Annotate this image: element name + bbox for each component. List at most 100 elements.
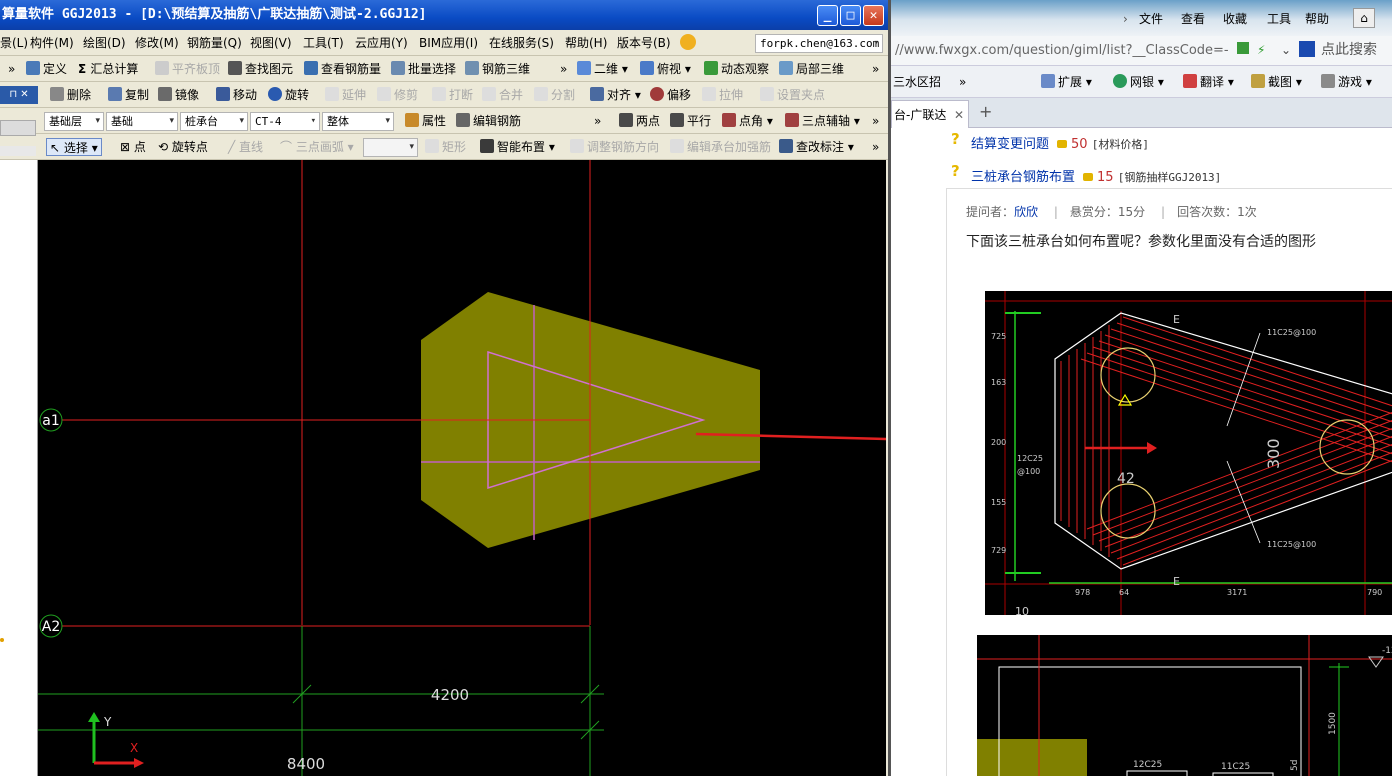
extensions-button[interactable]: 扩展 ▾ (1041, 73, 1092, 91)
element-dropdown[interactable]: CT-4 (250, 112, 320, 131)
mirror-button[interactable]: 镜像 (158, 86, 199, 104)
account-dropdown[interactable]: forpk.chen@163.com (755, 34, 883, 53)
url-field[interactable]: //www.fwxgx.com/question/giml/list?__Cla… (895, 42, 1229, 60)
top-view-dropdown[interactable]: 俯视 ▾ (640, 60, 691, 78)
align-dropdown[interactable]: 对齐 ▾ (590, 86, 641, 104)
more-chevron-icon[interactable]: » (872, 112, 879, 130)
point-angle-dropdown[interactable]: 点角 ▾ (722, 112, 773, 130)
rectangle-button[interactable]: 矩形 (425, 138, 466, 156)
menu-item[interactable]: 在线服务(S) (489, 34, 554, 52)
browser-tab[interactable]: 台-广联达 ✕ (891, 100, 969, 128)
layer-dropdown[interactable]: 基础层 (44, 112, 104, 131)
line-button[interactable]: ╱ 直线 (228, 138, 263, 156)
adjust-direction-button[interactable]: 调整钢筋方向 (570, 138, 659, 156)
panel-tab[interactable] (0, 146, 36, 156)
break-button[interactable]: 打断 (432, 86, 473, 104)
whole-dropdown[interactable]: 整体 (322, 112, 394, 131)
flat-slab-button[interactable]: 平齐板顶 (155, 60, 220, 78)
menu-item[interactable]: 工具(T) (303, 34, 344, 52)
parallel-button[interactable]: 平行 (670, 112, 711, 130)
new-tab-button[interactable]: + (979, 103, 992, 121)
search-input[interactable]: 点此搜索 (1321, 41, 1377, 59)
close-tab-icon[interactable]: ✕ (954, 106, 964, 124)
point-button[interactable]: ⊠ 点 (120, 138, 146, 156)
arc-dropdown[interactable]: ⌒ 三点画弧 ▾ (280, 138, 354, 156)
maximize-button[interactable]: □ (840, 5, 861, 26)
qr-icon[interactable] (1237, 42, 1249, 54)
asker-link[interactable]: 欣欣 (1014, 205, 1038, 219)
question-link[interactable]: 三桩承台钢筋布置 (971, 170, 1075, 185)
close-button[interactable]: ✕ (863, 5, 884, 26)
rotate-point-button[interactable]: ⟲ 旋转点 (158, 138, 208, 156)
menu-item[interactable]: 收藏 (1223, 10, 1247, 28)
menu-item[interactable]: 帮助 (1305, 10, 1329, 28)
avatar-icon[interactable] (680, 34, 696, 50)
find-element-button[interactable]: 查找图元 (228, 60, 293, 78)
merge-button[interactable]: 合并 (482, 86, 523, 104)
drawing-canvas[interactable]: a1 A2 4200 8400 Y X (38, 160, 886, 776)
menu-item[interactable]: BIM应用(I) (419, 34, 478, 52)
question-image-1[interactable]: E E 725 163 200 155 729 11C25@100 11C25@… (985, 291, 1392, 615)
more-chevron-icon[interactable]: » (594, 112, 601, 130)
view-rebar-button[interactable]: 查看钢筋量 (304, 60, 381, 78)
panel-tab[interactable] (0, 120, 36, 136)
menu-item[interactable]: 景(L) (0, 34, 28, 52)
favorite-link[interactable]: 三水区招 (893, 73, 941, 91)
properties-button[interactable]: 属性 (405, 112, 446, 130)
dynamic-view-button[interactable]: 动态观察 (704, 60, 769, 78)
rebar-3d-button[interactable]: 钢筋三维 (465, 60, 530, 78)
local-3d-button[interactable]: 局部三维 (779, 60, 844, 78)
empty-dropdown[interactable] (363, 138, 418, 157)
panel-pin-icon[interactable]: ⊓ ✕ (0, 86, 38, 104)
type-dropdown[interactable]: 桩承台 (180, 112, 248, 131)
menu-item[interactable]: 绘图(D) (83, 34, 126, 52)
smart-layout-dropdown[interactable]: 智能布置 ▾ (480, 138, 555, 156)
chevron-down-icon[interactable]: ⌄ (1281, 41, 1291, 59)
extend-button[interactable]: 延伸 (325, 86, 366, 104)
copy-button[interactable]: 复制 (108, 86, 149, 104)
more-chevron-icon[interactable]: » (872, 138, 879, 156)
check-mark-dropdown[interactable]: 查改标注 ▾ (779, 138, 854, 156)
calc-button[interactable]: Σ 汇总计算 (78, 60, 138, 78)
three-point-axis-dropdown[interactable]: 三点辅轴 ▾ (785, 112, 860, 130)
more-chevron-icon[interactable]: » (959, 73, 966, 91)
lightning-icon[interactable]: ⚡ (1257, 41, 1265, 59)
menu-item[interactable]: 视图(V) (250, 34, 292, 52)
menu-item[interactable]: 云应用(Y) (355, 34, 408, 52)
bank-button[interactable]: 网银 ▾ (1113, 73, 1164, 91)
drawing-svg[interactable]: a1 A2 4200 8400 Y X (38, 160, 886, 776)
edit-rebar-button[interactable]: 编辑钢筋 (456, 112, 521, 130)
search-engine-icon[interactable] (1299, 41, 1315, 57)
move-button[interactable]: 移动 (216, 86, 257, 104)
batch-select-button[interactable]: 批量选择 (391, 60, 456, 78)
more-chevron-icon[interactable]: » (872, 60, 879, 78)
define-button[interactable]: 定义 (26, 60, 67, 78)
menu-item[interactable]: 查看 (1181, 10, 1205, 28)
menu-item[interactable]: 构件(M) (30, 34, 74, 52)
menu-item[interactable]: 帮助(H) (565, 34, 607, 52)
question-image-2[interactable]: 12C25 11C25 1500 -12 5d (977, 635, 1392, 776)
trim-button[interactable]: 修剪 (377, 86, 418, 104)
offset-button[interactable]: 偏移 (650, 86, 691, 104)
menu-item[interactable]: 文件 (1139, 10, 1163, 28)
rotate-button[interactable]: 旋转 (268, 86, 309, 104)
menu-item[interactable]: 修改(M) (135, 34, 179, 52)
category-dropdown[interactable]: 基础 (106, 112, 178, 131)
menu-item[interactable]: 工具 (1267, 10, 1291, 28)
games-button[interactable]: 游戏 ▾ (1321, 73, 1372, 91)
home-icon[interactable]: ⌂ (1353, 8, 1375, 28)
edit-cap-rebar-button[interactable]: 编辑承台加强筋 (670, 138, 771, 156)
delete-button[interactable]: 删除 (50, 86, 91, 104)
split-button[interactable]: 分割 (534, 86, 575, 104)
grip-button[interactable]: 设置夹点 (760, 86, 825, 104)
minimize-button[interactable]: _ (817, 5, 838, 26)
two-point-button[interactable]: 两点 (619, 112, 660, 130)
more-chevron-icon[interactable]: » (560, 60, 567, 78)
menu-item[interactable]: 钢筋量(Q) (187, 34, 242, 52)
select-button[interactable]: ↖ 选择 ▾ (46, 138, 102, 156)
translate-button[interactable]: 翻译 ▾ (1183, 73, 1234, 91)
question-link[interactable]: 结算变更问题 (971, 137, 1049, 152)
view-2d-dropdown[interactable]: 二维 ▾ (577, 60, 628, 78)
menu-item[interactable]: 版本号(B) (617, 34, 671, 52)
more-chevron-icon[interactable]: » (8, 60, 15, 78)
